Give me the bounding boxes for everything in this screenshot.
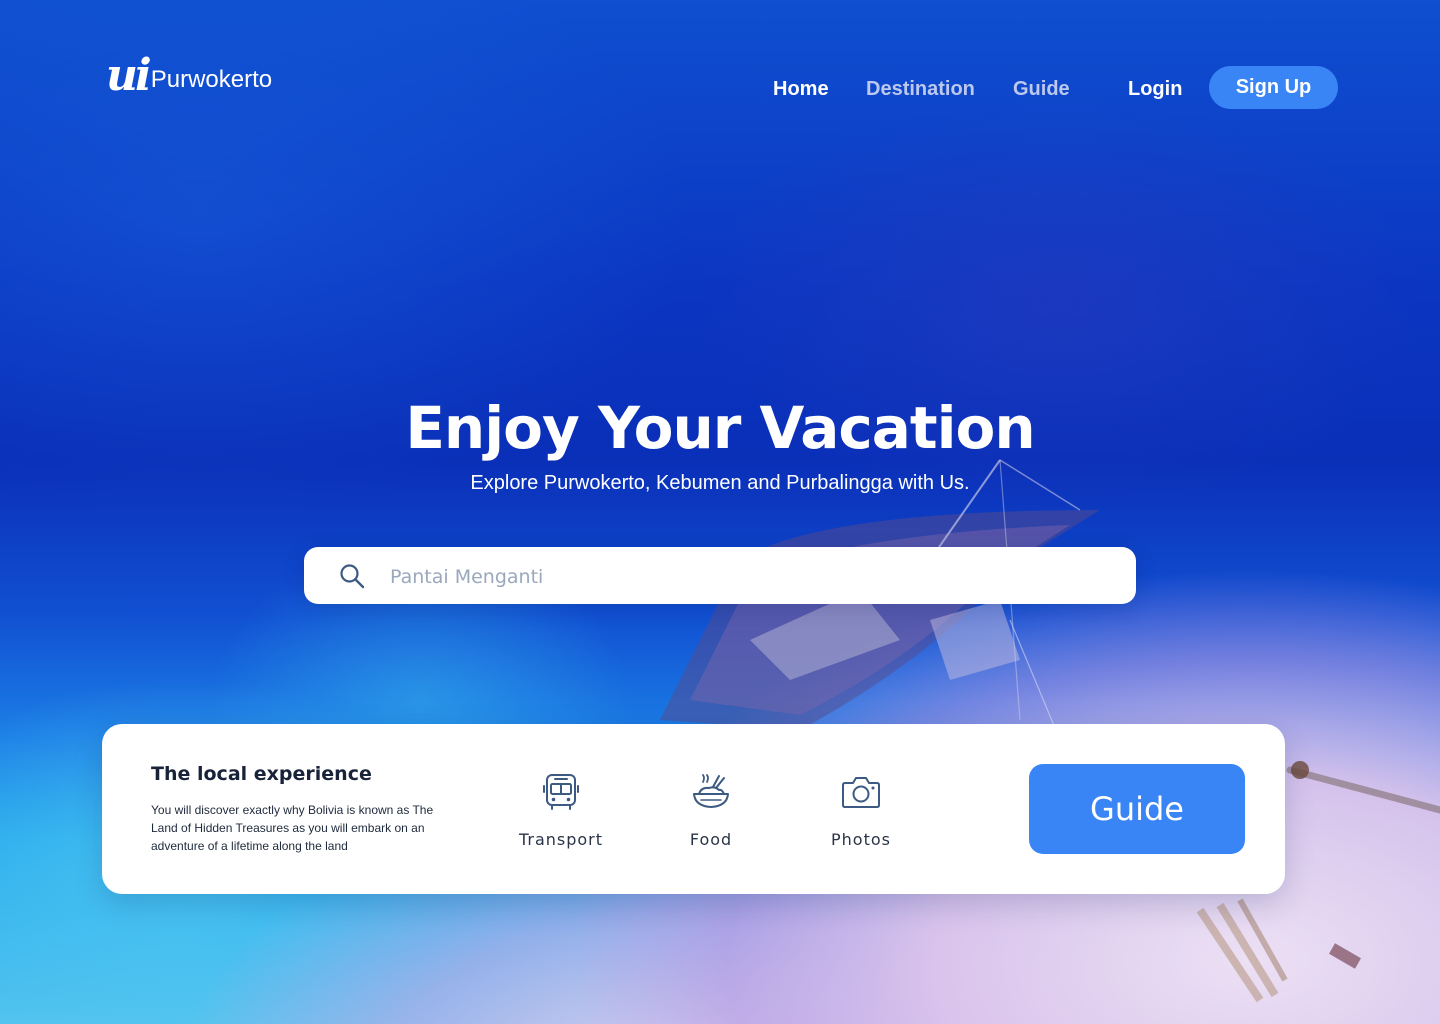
feature-photos[interactable]: Photos: [801, 770, 921, 849]
search-input[interactable]: [388, 560, 1112, 594]
feature-transport-label: Transport: [518, 830, 604, 849]
hero-subtitle: Explore Purwokerto, Kebumen and Purbalin…: [470, 472, 970, 494]
feature-transport[interactable]: Transport: [501, 770, 621, 849]
landing-page: ui Purwokerto Home Destination Guide Log…: [0, 0, 1440, 1024]
feature-food[interactable]: Food: [651, 770, 771, 849]
card-title: The local experience: [151, 763, 372, 785]
guide-button[interactable]: Guide: [1029, 764, 1245, 854]
main-nav: Home Destination Guide Login Sign Up: [0, 66, 1440, 110]
nav-guide-link[interactable]: Guide: [1013, 78, 1070, 101]
card-description: You will discover exactly why Bolivia is…: [151, 803, 434, 853]
food-bowl-icon: [693, 774, 729, 808]
feature-food-label: Food: [689, 830, 733, 849]
hero-title: Enjoy Your Vacation: [405, 394, 1035, 462]
nav-home-link[interactable]: Home: [773, 78, 829, 101]
feature-photos-label: Photos: [831, 830, 891, 849]
camera-icon: [842, 777, 880, 808]
nav-destination-link[interactable]: Destination: [866, 78, 975, 101]
search-icon[interactable]: [338, 562, 366, 590]
login-link[interactable]: Login: [1128, 78, 1182, 101]
bus-icon: [543, 774, 579, 810]
sign-up-button[interactable]: Sign Up: [1209, 66, 1338, 109]
